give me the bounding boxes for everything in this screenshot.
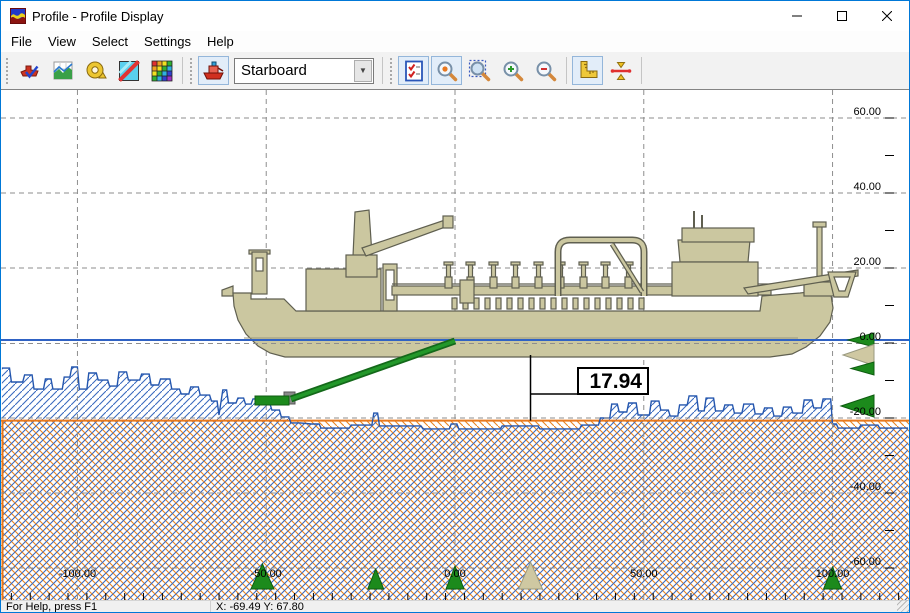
right-depth-marker [843, 345, 874, 366]
checklist-icon [402, 59, 426, 83]
tape-measure-icon [84, 59, 108, 83]
depth-measurement-value: 17.94 [589, 370, 642, 393]
dredger-icon [202, 59, 226, 83]
overflow-box [460, 280, 474, 303]
cross-section-button[interactable] [113, 56, 144, 85]
x-axis-label: 100.00 [816, 568, 850, 580]
funnel [678, 240, 750, 262]
toolbar-grip[interactable] [390, 58, 393, 84]
combo-dropdown-arrow[interactable]: ▼ [354, 60, 372, 82]
vessel-view-button[interactable] [14, 56, 45, 85]
menu-help[interactable]: Help [199, 32, 242, 51]
measure-distance-button[interactable] [605, 56, 636, 85]
minimize-button[interactable] [774, 2, 819, 31]
y-axis-label: 20.00 [853, 256, 881, 268]
maximize-button[interactable] [819, 2, 864, 31]
resize-grip[interactable] [897, 600, 909, 612]
app-icon [10, 8, 26, 24]
measure-line-icon [609, 59, 633, 83]
toolbar-grip[interactable] [6, 58, 9, 84]
y-axis-label: 60.00 [853, 106, 881, 118]
menu-settings[interactable]: Settings [136, 32, 199, 51]
zoom-point-button[interactable] [431, 56, 462, 85]
zoom-in-icon [501, 59, 525, 83]
toolbar: Starboard ▼ [1, 52, 909, 89]
x-axis-label: -100.00 [59, 568, 96, 580]
status-cursor-position: X: -69.49 Y: 67.80 [211, 601, 909, 613]
menu-view[interactable]: View [40, 32, 84, 51]
y-axis-label: -20.00 [850, 406, 881, 418]
bow-platform [222, 286, 233, 296]
toolbar-separator [566, 57, 567, 84]
menu-file[interactable]: File [3, 32, 40, 51]
menu-bar: File View Select Settings Help [1, 31, 909, 52]
dredger-display-button[interactable] [198, 56, 229, 85]
tape-measure-button[interactable] [80, 56, 111, 85]
measure-profile-button[interactable] [572, 56, 603, 85]
draghead [255, 396, 289, 405]
toolbar-separator [382, 57, 383, 84]
crane-base [346, 255, 377, 277]
funnel-top [682, 228, 754, 242]
app-window: Profile - Profile Display File View Sele… [0, 0, 910, 613]
toolbar-separator [182, 57, 183, 84]
crane-boom [362, 220, 448, 256]
x-axis-label: -50.00 [251, 568, 282, 580]
profile-chart-canvas[interactable]: 17.94 60.00 40.00 20.00 0.00 -20.00 -40.00 -60… [1, 90, 909, 600]
zoom-out-icon [534, 59, 558, 83]
dredger-vessel [222, 210, 858, 357]
right-depth-marker [851, 362, 874, 375]
status-bar: For Help, press F1 X: -69.49 Y: 67.80 [1, 600, 909, 612]
status-help-text: For Help, press F1 [1, 601, 210, 613]
y-axis-label: 40.00 [853, 181, 881, 193]
color-matrix-button[interactable] [146, 56, 177, 85]
x-axis-label: 50.00 [630, 568, 658, 580]
y-axis-label: -40.00 [850, 481, 881, 493]
window-title: Profile - Profile Display [32, 9, 164, 24]
menu-select[interactable]: Select [84, 32, 136, 51]
minimize-icon [792, 11, 802, 21]
display-options-button[interactable] [398, 56, 429, 85]
ship-check-icon [18, 59, 42, 83]
cross-section-icon [117, 59, 141, 83]
close-button[interactable] [864, 2, 909, 31]
zoom-in-button[interactable] [497, 56, 528, 85]
zoom-window-icon [468, 59, 492, 83]
color-matrix-icon [150, 59, 174, 83]
zoom-target-icon [435, 59, 459, 83]
aft-superstructure [672, 262, 758, 296]
stern-mast [817, 226, 822, 282]
zoom-window-button[interactable] [464, 56, 495, 85]
profile-side-selector[interactable]: Starboard ▼ [234, 58, 374, 84]
close-icon [882, 11, 892, 21]
ruler-icon [576, 59, 600, 83]
maximize-icon [837, 11, 847, 21]
toolbar-separator [641, 57, 642, 84]
y-axis-label: 0.00 [860, 331, 881, 343]
profile-chart[interactable]: 17.94 60.00 40.00 20.00 0.00 -20.00 -40.00 -60… [1, 89, 909, 600]
graph-view-button[interactable] [47, 56, 78, 85]
zoom-out-button[interactable] [530, 56, 561, 85]
y-axis-label: -60.00 [850, 556, 881, 568]
area-chart-icon [51, 59, 75, 83]
profile-side-value: Starboard [235, 62, 354, 79]
x-axis-label: 0.00 [444, 568, 465, 580]
title-bar: Profile - Profile Display [1, 1, 909, 31]
toolbar-grip[interactable] [190, 58, 193, 84]
